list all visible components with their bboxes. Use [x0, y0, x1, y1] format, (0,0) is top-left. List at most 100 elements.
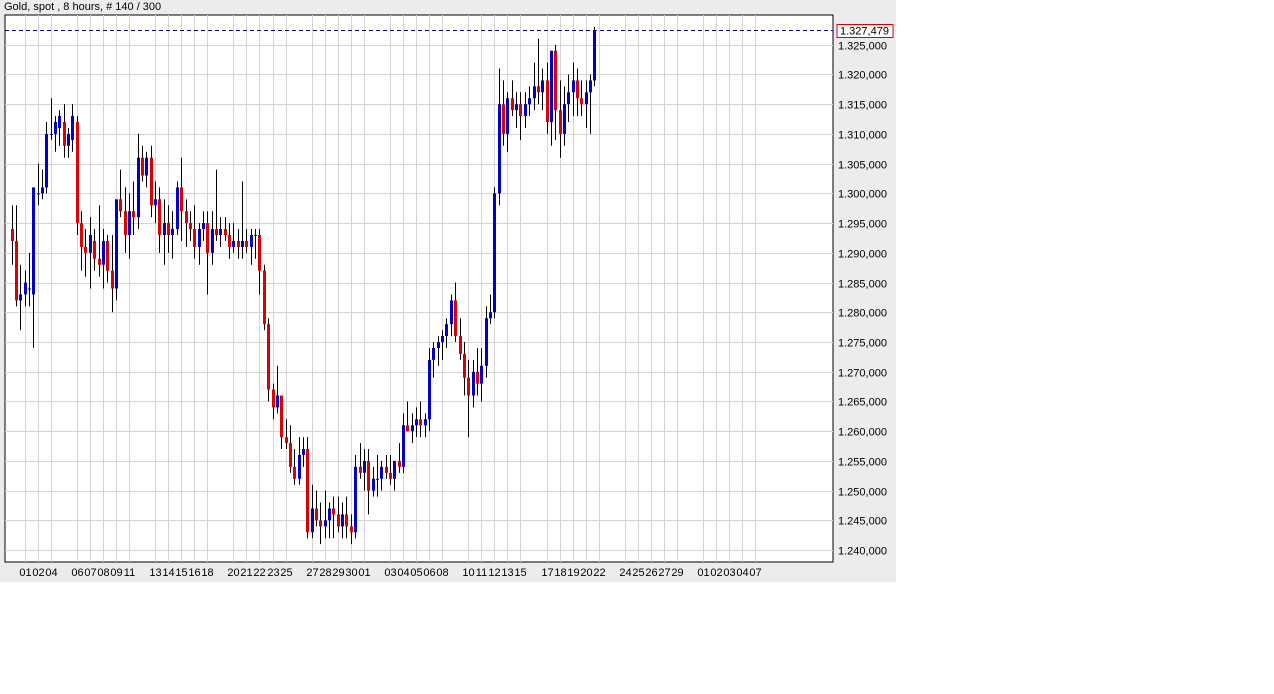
candle-body — [537, 86, 540, 93]
candle-body — [459, 336, 462, 354]
y-tick-label: 1.265,000 — [838, 397, 887, 409]
candle-body — [419, 419, 422, 426]
candle-body — [389, 472, 392, 479]
candle-body — [385, 466, 388, 473]
candle-body — [150, 157, 153, 206]
candle-body — [237, 240, 240, 247]
x-tick-label: 06 — [423, 567, 435, 579]
candle-body — [111, 270, 114, 289]
candle-body — [589, 80, 592, 93]
x-tick-label: 22 — [593, 567, 605, 579]
candle-body — [41, 187, 44, 194]
candle-body — [328, 508, 331, 521]
candle-body — [515, 104, 518, 111]
candle-body — [380, 466, 383, 479]
candle-body — [245, 240, 248, 247]
candle-body — [341, 514, 344, 527]
candle-body — [119, 199, 122, 212]
chart-panel: 1.327,479 1.240,000 1.245,000 1.250,000 1.2… — [0, 0, 896, 582]
candle-body — [376, 478, 379, 480]
candle-body — [580, 98, 583, 105]
candle-body — [276, 395, 279, 408]
candle-body — [45, 133, 48, 188]
candle-body — [280, 395, 283, 438]
x-tick-label: 14 — [162, 567, 174, 579]
candle-body — [285, 437, 288, 444]
last-price-label: 1.327,479 — [840, 26, 889, 38]
x-tick-label: 17 — [541, 567, 553, 579]
candle-body — [506, 98, 509, 134]
candle-body — [171, 229, 174, 235]
x-tick-label: 13 — [149, 567, 161, 579]
candle-body — [106, 240, 109, 271]
candle-body — [454, 300, 457, 337]
x-tick-label: 19 — [567, 567, 579, 579]
candle-body — [298, 454, 301, 479]
x-tick-label: 05 — [410, 567, 422, 579]
candle-body — [158, 199, 161, 235]
candle-body — [476, 371, 479, 384]
candle-body — [141, 157, 144, 176]
candle-body — [80, 223, 83, 247]
candle-body — [189, 223, 192, 230]
y-tick-label: 1.275,000 — [838, 338, 887, 350]
x-tick-label: 12 — [488, 567, 500, 579]
candle-body — [167, 223, 170, 235]
candle-body — [137, 157, 140, 218]
candle-body — [176, 187, 179, 230]
candle-body — [224, 229, 227, 235]
candle-body — [32, 187, 35, 295]
candle-body — [102, 240, 105, 265]
candle-body — [228, 234, 231, 247]
candle-body — [185, 211, 188, 224]
x-tick-label: 10 — [462, 567, 474, 579]
candle-body — [76, 122, 79, 224]
candle-body — [128, 211, 131, 235]
x-tick-label: 15 — [175, 567, 187, 579]
candle-body — [215, 229, 218, 235]
candle-body — [332, 508, 335, 515]
candle-body — [415, 419, 418, 426]
candle-body — [480, 365, 483, 384]
candle-body — [93, 240, 96, 259]
candle-body — [402, 425, 405, 467]
candle-body — [337, 514, 340, 527]
candle-body — [28, 288, 31, 290]
candle-body — [289, 443, 292, 467]
candle-body — [367, 460, 370, 491]
y-tick-label: 1.245,000 — [838, 516, 887, 528]
candle-body — [232, 240, 235, 247]
candle-body — [567, 92, 570, 105]
candle-body — [54, 122, 57, 134]
x-tick-label: 21 — [240, 567, 252, 579]
candle-body — [554, 50, 557, 111]
x-tick-label: 01 — [19, 567, 31, 579]
candle-body — [124, 211, 127, 235]
y-axis: 1.240,000 1.245,000 1.250,000 1.255,000 1.26… — [838, 41, 887, 558]
candle-body — [576, 80, 579, 99]
y-tick-label: 1.290,000 — [838, 249, 887, 261]
x-tick-label: 20 — [227, 567, 239, 579]
x-tick-label: 07 — [749, 567, 761, 579]
chart-title: Gold, spot , 8 hours, # 140 / 300 — [4, 1, 162, 13]
candle-body — [58, 116, 61, 128]
candle-body — [463, 353, 466, 378]
candle-body — [63, 122, 66, 146]
y-tick-label: 1.240,000 — [838, 546, 887, 558]
x-tick-label: 08 — [97, 567, 109, 579]
candle-body — [585, 92, 588, 105]
candle-body — [511, 98, 514, 111]
candle-body — [206, 223, 209, 253]
candle-body — [319, 520, 322, 527]
x-tick-label: 02 — [710, 567, 722, 579]
x-tick-label: 04 — [736, 567, 748, 579]
x-tick-label: 03 — [723, 567, 735, 579]
x-tick-label: 15 — [514, 567, 526, 579]
chart-canvas: 1.327,479 1.240,0001.245,0001.250,0001.2… — [4, 14, 894, 579]
candle-body — [11, 229, 14, 241]
y-tick-label: 1.280,000 — [838, 308, 887, 320]
candle-body — [115, 199, 118, 289]
x-tick-label: 09 — [110, 567, 122, 579]
candle-body — [363, 460, 366, 473]
x-tick-label: 28 — [319, 567, 331, 579]
